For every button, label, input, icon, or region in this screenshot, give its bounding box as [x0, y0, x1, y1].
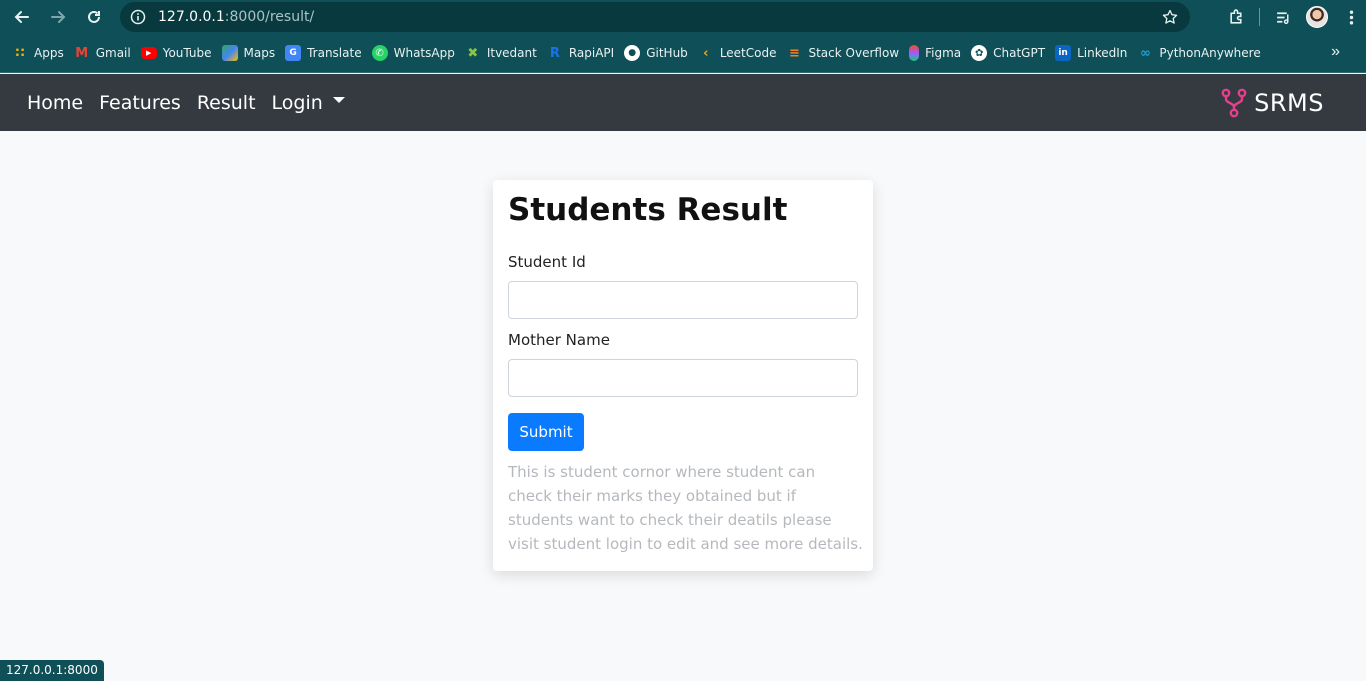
bookmark-linkedin[interactable]: in LinkedIn: [1055, 39, 1135, 67]
forward-button[interactable]: [40, 1, 76, 33]
bookmark-label: PythonAnywhere: [1159, 46, 1261, 60]
profile-avatar[interactable]: [1306, 6, 1328, 28]
arrow-right-icon: [51, 11, 66, 23]
reload-icon: [88, 10, 100, 23]
mother-name-input[interactable]: [508, 359, 858, 397]
puzzle-icon: [1229, 8, 1242, 24]
nav-result[interactable]: Result: [197, 92, 256, 114]
pythonanywhere-icon: ∞: [1139, 45, 1151, 61]
bookmark-label: LinkedIn: [1077, 46, 1128, 60]
bookmark-youtube[interactable]: ▶ YouTube: [140, 39, 220, 67]
bookmark-label: ChatGPT: [993, 46, 1046, 60]
bookmark-label: Maps: [243, 46, 276, 60]
stackoverflow-icon: ≡: [789, 45, 800, 61]
bookmark-stackoverflow[interactable]: ≡ Stack Overflow: [786, 39, 907, 67]
bookmark-leetcode[interactable]: ‹ LeetCode: [698, 39, 785, 67]
reading-list-icon: [1276, 11, 1288, 24]
brand-logo[interactable]: SRMS: [1220, 88, 1324, 118]
bookmark-whatsapp[interactable]: ✆ WhatsApp: [371, 39, 463, 67]
leetcode-icon: ‹: [703, 45, 709, 61]
bookmark-chatgpt[interactable]: ✿ ChatGPT: [971, 39, 1053, 67]
more-vertical-icon: [1349, 9, 1353, 25]
student-id-label: Student Id: [508, 253, 586, 271]
address-bar[interactable]: 127.0.0.1:8000/result/: [120, 2, 1190, 32]
bookmark-label: WhatsApp: [393, 46, 455, 60]
bookmark-maps[interactable]: Maps: [221, 39, 284, 67]
extensions-button[interactable]: [1221, 2, 1251, 32]
reload-button[interactable]: [76, 1, 112, 33]
maps-icon: [221, 45, 238, 61]
translate-icon: G: [285, 45, 302, 61]
apps-grid-icon: ∷: [15, 45, 25, 61]
site-info-icon[interactable]: [130, 9, 146, 25]
browser-menu-button[interactable]: [1336, 2, 1366, 32]
page-title: Students Result: [508, 192, 788, 228]
linkedin-icon: in: [1055, 45, 1072, 61]
status-bar-url: 127.0.0.1:8000: [0, 660, 104, 681]
bookmark-label: Apps: [34, 46, 64, 60]
app-navbar: Home Features Result Login SRMS: [0, 74, 1366, 131]
nav-home[interactable]: Home: [27, 92, 83, 114]
more-bookmarks-icon[interactable]: »: [1331, 43, 1340, 61]
submit-button[interactable]: Submit: [508, 413, 584, 451]
bookmarks-bar: ∷ Apps M Gmail ▶ YouTube Maps G Translate ✆ W…: [0, 34, 1366, 73]
bookmark-label: Figma: [925, 46, 962, 60]
bookmark-label: GitHub: [646, 46, 688, 60]
whatsapp-icon: ✆: [371, 45, 388, 61]
url-path: :8000/result/: [224, 9, 315, 25]
youtube-icon: ▶: [140, 47, 157, 59]
figma-icon: [909, 45, 920, 61]
browser-toolbar: 127.0.0.1:8000/result/: [0, 0, 1366, 34]
gmail-icon: M: [75, 45, 89, 61]
bookmark-apps[interactable]: ∷ Apps: [12, 39, 72, 67]
student-id-input[interactable]: [508, 281, 858, 319]
bookmark-github[interactable]: ● GitHub: [624, 39, 696, 67]
bookmark-label: Itvedant: [486, 46, 537, 60]
bookmark-label: Stack Overflow: [808, 46, 900, 60]
help-text: This is student cornor where student can…: [508, 463, 863, 553]
browser-right-tools: [1221, 0, 1366, 34]
github-icon: ●: [624, 45, 641, 61]
back-button[interactable]: [4, 1, 40, 33]
bookmark-label: Translate: [307, 46, 362, 60]
bookmark-label: Gmail: [95, 46, 131, 60]
bookmark-figma[interactable]: Figma: [909, 39, 969, 67]
mother-name-label: Mother Name: [508, 331, 610, 349]
arrow-left-icon: [14, 11, 29, 23]
reading-list-button[interactable]: [1268, 2, 1298, 32]
fork-icon: [1221, 88, 1247, 118]
chatgpt-icon: ✿: [971, 45, 988, 61]
toolbar-divider: [1259, 8, 1260, 26]
rapidapi-icon: R: [549, 45, 560, 61]
url-host: 127.0.0.1: [158, 9, 225, 25]
itvedant-icon: ✖: [467, 45, 479, 61]
bookmark-translate[interactable]: G Translate: [285, 39, 370, 67]
result-card: Students Result Student Id Mother Name S…: [493, 180, 873, 571]
nav-features[interactable]: Features: [99, 92, 181, 114]
bookmark-pythonanywhere[interactable]: ∞ PythonAnywhere: [1137, 39, 1268, 67]
bookmark-gmail[interactable]: M Gmail: [74, 39, 139, 67]
url-text: 127.0.0.1:8000/result/: [158, 9, 314, 25]
nav-login-dropdown[interactable]: Login: [272, 92, 345, 114]
bookmark-star-icon[interactable]: [1162, 9, 1178, 25]
brand-name: SRMS: [1254, 89, 1324, 117]
nav-login-label: Login: [271, 91, 323, 114]
bookmark-itvedant[interactable]: ✖ Itvedant: [465, 39, 545, 67]
bookmark-label: LeetCode: [719, 46, 777, 60]
bookmark-rapidapi[interactable]: R RapiAPI: [547, 39, 622, 67]
caret-down-icon: [332, 97, 345, 103]
bookmark-label: RapiAPI: [568, 46, 615, 60]
bookmark-label: YouTube: [162, 46, 212, 60]
